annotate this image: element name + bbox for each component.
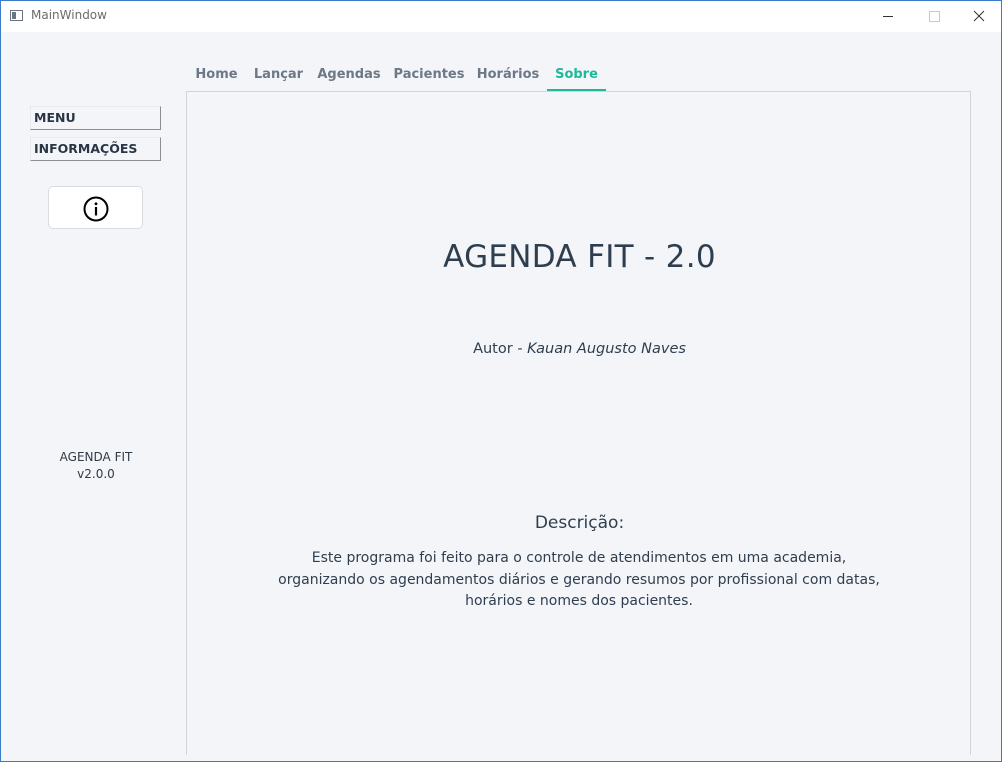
app-window-icon	[10, 10, 23, 21]
tab-home[interactable]: Home	[187, 59, 246, 90]
about-panel: AGENDA FIT - 2.0 Autor - Kauan Augusto N…	[186, 91, 971, 755]
sidebar-footer: AGENDA FIT v2.0.0	[31, 449, 161, 483]
info-button[interactable]: INFORMAÇÕES	[30, 137, 161, 161]
author-name: Kauan Augusto Naves	[527, 341, 686, 357]
description-text: Este programa foi feito para o controle …	[269, 548, 889, 613]
maximize-button[interactable]	[911, 1, 957, 32]
window-title: MainWindow	[31, 8, 107, 22]
close-button[interactable]	[956, 1, 1002, 32]
menu-button[interactable]: MENU	[30, 106, 161, 130]
title-bar[interactable]: MainWindow	[1, 1, 1001, 32]
info-circle-icon	[83, 196, 109, 222]
sidebar-version: v2.0.0	[77, 467, 115, 481]
minimize-button[interactable]	[865, 1, 911, 32]
author-prefix: Autor -	[473, 341, 528, 357]
description-heading: Descrição:	[534, 513, 625, 533]
description-line: organizando os agendamentos diários e ge…	[278, 571, 880, 588]
author-line: Autor - Kauan Augusto Naves	[187, 341, 972, 357]
tab-sobre[interactable]: Sobre	[547, 59, 606, 92]
description-line: horários e nomes dos pacientes.	[465, 593, 693, 609]
sidebar-app-name: AGENDA FIT	[59, 450, 133, 464]
tab-agendas[interactable]: Agendas	[314, 59, 384, 90]
description-line: Este programa foi feito para o controle …	[311, 550, 847, 566]
close-icon	[973, 10, 985, 22]
tab-horarios[interactable]: Horários	[473, 59, 543, 90]
tab-lancar[interactable]: Lançar	[249, 59, 308, 90]
tab-pacientes[interactable]: Pacientes	[391, 59, 467, 90]
about-title: AGENDA FIT - 2.0	[443, 239, 716, 275]
main-window: MainWindow Home Lançar Agendas Pacientes…	[0, 0, 1002, 762]
info-card[interactable]	[48, 186, 143, 229]
